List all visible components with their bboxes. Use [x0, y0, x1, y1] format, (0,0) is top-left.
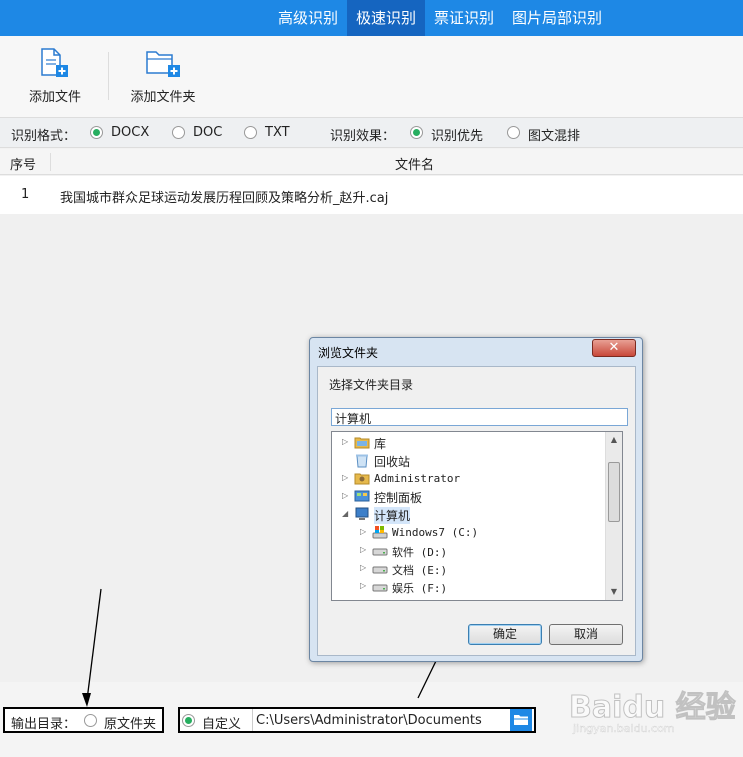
output-custom-radio[interactable]	[182, 714, 195, 727]
effect-mixed-radio[interactable]	[507, 126, 520, 139]
add-file-button[interactable]: 添加文件	[20, 36, 90, 118]
tab-receipt-ocr[interactable]: 票证识别	[425, 0, 503, 36]
tree-item-label: 娱乐 (F:)	[392, 582, 448, 595]
output-path-input[interactable]	[252, 709, 496, 731]
system-drive-icon	[372, 525, 388, 540]
tree-item-label: 回收站	[374, 455, 411, 469]
folder-icon	[514, 715, 528, 725]
tree-item-label: Windows7 (C:)	[392, 526, 479, 539]
expand-icon[interactable]: ▷	[360, 581, 368, 590]
tree-item-label: 软件 (D:)	[392, 546, 448, 559]
ok-button[interactable]: 确定	[468, 624, 542, 645]
dialog-body: 选择文件夹目录 计算机 ▷ 库 回收站 ▷ Administrator ▷ 控制…	[317, 366, 636, 656]
watermark-url: jingyan.baidu.com	[573, 722, 675, 735]
folder-tree: ▷ 库 回收站 ▷ Administrator ▷ 控制面板 ◢ 计算机 ▷ W…	[331, 431, 623, 601]
add-file-icon	[39, 48, 71, 82]
output-label: 输出目录：	[11, 717, 77, 732]
dialog-title: 浏览文件夹	[318, 346, 379, 360]
add-file-label: 添加文件	[28, 90, 81, 105]
scroll-thumb[interactable]	[608, 462, 620, 522]
effect-accuracy-radio[interactable]	[410, 126, 423, 139]
tab-fast-ocr[interactable]: 极速识别	[346, 0, 425, 36]
tree-item-label: 计算机	[374, 507, 411, 524]
output-original-radio[interactable]	[84, 714, 97, 727]
dialog-close-button[interactable]: ✕	[592, 339, 636, 357]
header-filename[interactable]: 文件名	[395, 154, 434, 173]
add-folder-icon	[145, 48, 181, 82]
scroll-up-icon[interactable]: ▲	[606, 432, 622, 448]
tab-image-region-ocr[interactable]: 图片局部识别	[503, 0, 611, 36]
drive-icon	[372, 543, 388, 558]
output-original-label[interactable]: 原文件夹	[104, 713, 156, 732]
header-index[interactable]: 序号	[10, 154, 36, 173]
output-custom-label[interactable]: 自定义	[202, 713, 241, 732]
control-panel-icon	[354, 489, 370, 504]
cancel-button[interactable]: 取消	[549, 624, 623, 645]
top-tab-bar: 高级识别 极速识别 票证识别 图片局部识别	[0, 0, 743, 36]
tab-advanced-ocr[interactable]: 高级识别	[269, 0, 347, 36]
user-folder-icon	[354, 471, 370, 486]
add-folder-label: 添加文件夹	[130, 90, 196, 105]
format-txt-radio[interactable]	[244, 126, 257, 139]
browse-folder-dialog: 浏览文件夹 ✕ 选择文件夹目录 计算机 ▷ 库 回收站 ▷ Administra…	[309, 337, 643, 662]
recognition-options: 识别格式： DOCX DOC TXT 识别效果： 识别优先 图文混排	[0, 118, 743, 148]
tree-item-label: 控制面板	[374, 491, 423, 505]
scroll-down-icon[interactable]: ▼	[606, 584, 622, 600]
format-doc-radio[interactable]	[172, 126, 185, 139]
tree-scrollbar[interactable]: ▲ ▼	[605, 432, 622, 600]
file-table-header: 序号 文件名	[0, 149, 743, 175]
library-icon	[354, 435, 370, 450]
output-custom-group: 自定义	[178, 707, 536, 733]
browse-folder-button[interactable]	[510, 709, 532, 731]
effect-accuracy-label[interactable]: 识别优先	[431, 125, 483, 144]
recycle-bin-icon	[354, 453, 370, 468]
tree-item-label: 库	[374, 437, 387, 451]
watermark-logo: Baidu 经验	[569, 690, 737, 726]
expand-icon[interactable]: ▷	[360, 563, 368, 572]
format-docx-radio[interactable]	[90, 126, 103, 139]
format-label: 识别格式：	[11, 129, 77, 144]
expand-icon[interactable]: ▷	[342, 491, 350, 500]
row-index: 1	[21, 187, 30, 202]
row-filename: 我国城市群众足球运动发展历程回顾及策略分析_赵升.caj	[60, 191, 389, 206]
toolbar-divider	[108, 52, 109, 100]
table-row[interactable]: 1 我国城市群众足球运动发展历程回顾及策略分析_赵升.caj	[0, 176, 743, 214]
expand-icon[interactable]: ▷	[342, 473, 350, 482]
collapse-icon[interactable]: ◢	[342, 509, 350, 518]
toolbar: 添加文件 添加文件夹	[0, 36, 743, 118]
mode-tabs: 高级识别 极速识别 票证识别 图片局部识别	[269, 0, 611, 36]
expand-icon[interactable]: ▷	[360, 527, 368, 536]
format-doc-label[interactable]: DOC	[193, 125, 222, 140]
expand-icon[interactable]: ▷	[360, 545, 368, 554]
format-docx-label[interactable]: DOCX	[111, 125, 149, 140]
tree-item-label: 文档 (E:)	[392, 564, 448, 577]
add-folder-button[interactable]: 添加文件夹	[125, 36, 201, 118]
format-txt-label[interactable]: TXT	[265, 125, 290, 140]
expand-icon[interactable]: ▷	[342, 437, 350, 446]
effect-label: 识别效果：	[330, 129, 396, 144]
baidu-jingyan-watermark: Baidu 经验 jingyan.baidu.com	[565, 678, 737, 748]
selected-folder-field[interactable]: 计算机	[331, 408, 628, 426]
header-divider	[50, 153, 51, 171]
tree-item-label: Administrator	[374, 472, 461, 485]
drive-icon	[372, 561, 388, 576]
output-original-group: 输出目录： 原文件夹	[3, 707, 164, 733]
drive-icon	[372, 579, 388, 594]
dialog-prompt: 选择文件夹目录	[329, 378, 414, 392]
effect-mixed-label[interactable]: 图文混排	[528, 125, 580, 144]
computer-icon	[354, 507, 370, 522]
